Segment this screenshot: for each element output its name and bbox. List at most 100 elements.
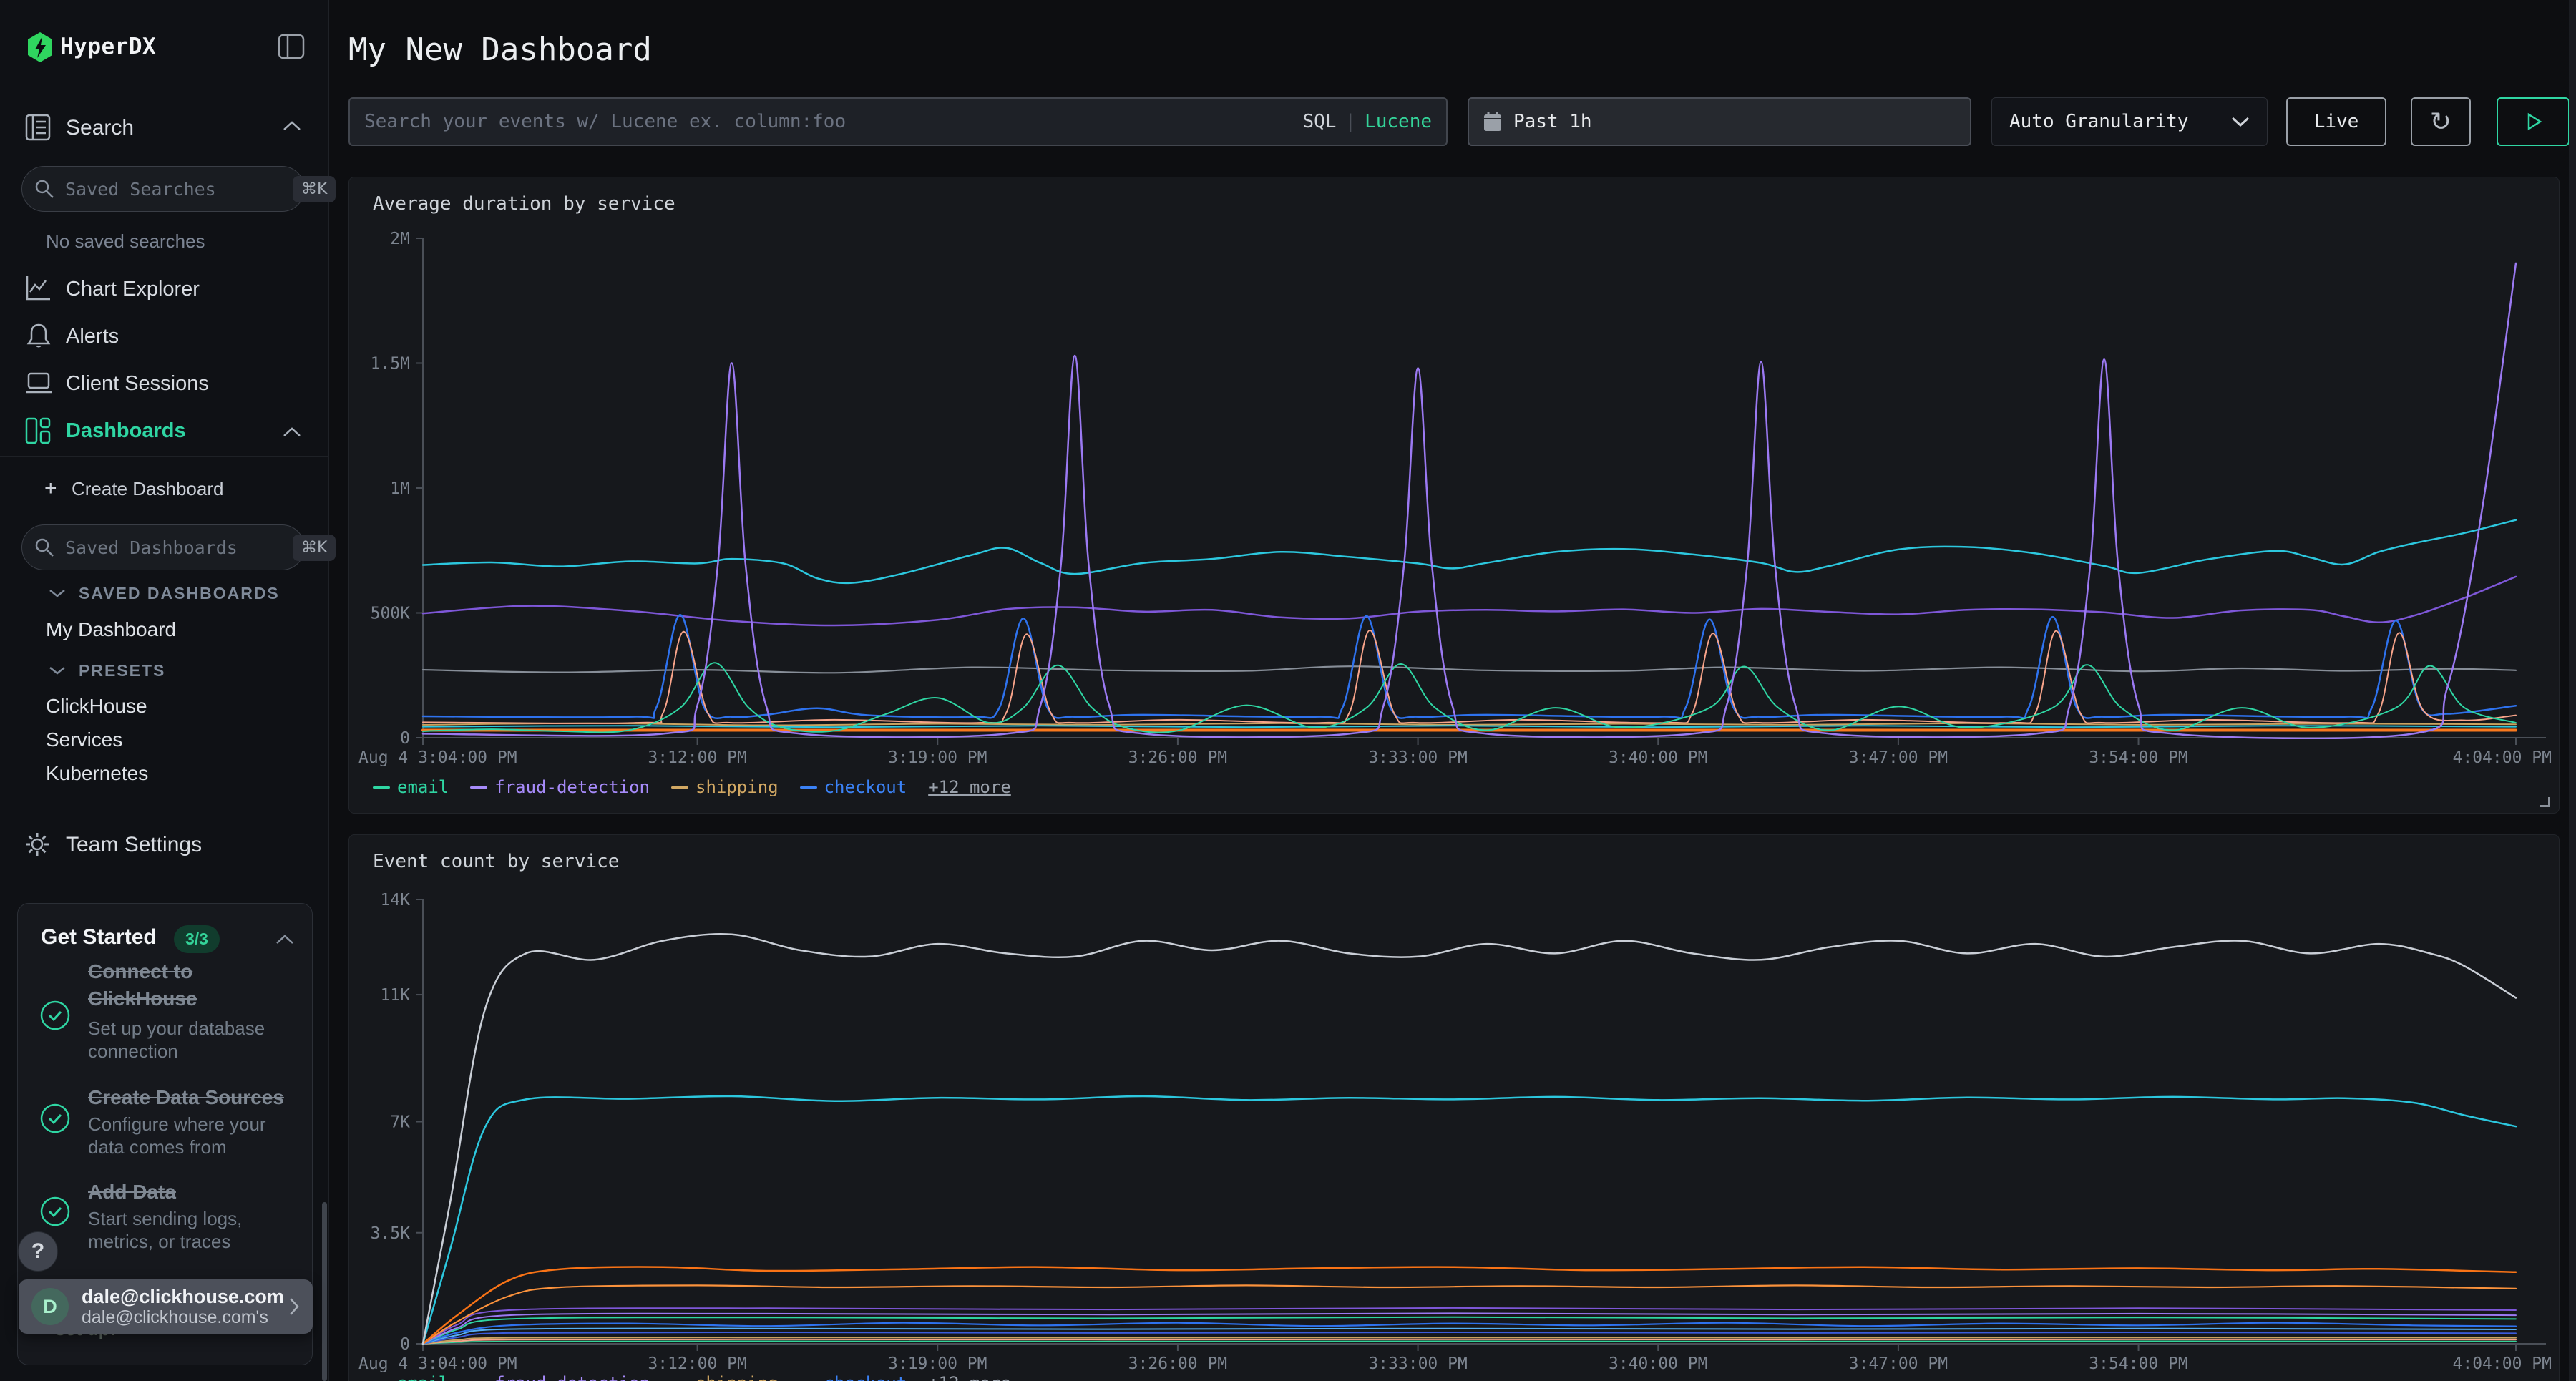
svg-text:3:33:00 PM: 3:33:00 PM: [1368, 748, 1467, 767]
chevron-right-icon: [288, 1297, 300, 1317]
saved-dashboards-input[interactable]: ⌘K: [21, 524, 305, 570]
legend-label[interactable]: email: [397, 1373, 449, 1381]
legend-item[interactable]: email: [373, 1373, 449, 1381]
create-dashboard-button[interactable]: Create Dashboard: [72, 478, 223, 500]
legend-more-link[interactable]: +12 more: [928, 1373, 1011, 1381]
svg-text:0: 0: [400, 1335, 410, 1354]
get-started-item-title[interactable]: Connect to ClickHouse: [88, 958, 274, 1012]
legend-label[interactable]: checkout: [824, 777, 907, 797]
legend-swatch: [373, 786, 390, 789]
app-title: HyperDX: [60, 34, 156, 59]
legend-item[interactable]: checkout: [800, 1373, 907, 1381]
play-button[interactable]: [2497, 97, 2570, 146]
chevron-up-icon[interactable]: [275, 934, 294, 945]
sql-toggle[interactable]: SQL: [1302, 111, 1336, 132]
avatar: D: [31, 1288, 69, 1325]
legend-item[interactable]: email: [373, 777, 449, 797]
sidebar-item-client-sessions[interactable]: Client Sessions: [66, 372, 209, 396]
svg-text:1M: 1M: [390, 479, 410, 498]
time-range-value: Past 1h: [1513, 111, 1592, 132]
chevron-up-icon[interactable]: [283, 120, 301, 132]
sidebar-item-search[interactable]: Search: [66, 116, 134, 140]
sidebar-scrollbar[interactable]: [322, 1202, 327, 1381]
saved-dashboards-header[interactable]: SAVED DASHBOARDS: [79, 584, 280, 603]
sidebar-item-alerts[interactable]: Alerts: [66, 325, 119, 348]
event-search-bar[interactable]: SQL | Lucene: [348, 97, 1448, 146]
gear-icon: [24, 831, 50, 857]
sidebar-item-services[interactable]: Services: [46, 728, 122, 751]
get-started-item-title[interactable]: Create Data Sources: [88, 1084, 303, 1111]
svg-text:500K: 500K: [371, 605, 411, 623]
search-icon: [34, 178, 55, 200]
refresh-button[interactable]: ↻: [2411, 97, 2471, 146]
legend-item[interactable]: shipping: [671, 777, 779, 797]
calendar-icon: [1483, 112, 1502, 132]
legend-more-link[interactable]: +12 more: [928, 777, 1011, 797]
chevron-down-icon: [2231, 116, 2250, 127]
legend-label[interactable]: shipping: [696, 777, 779, 797]
legend-label[interactable]: fraud-detection: [494, 777, 650, 797]
sidebar-item-clickhouse[interactable]: ClickHouse: [46, 695, 147, 718]
get-started-item-title[interactable]: Add Data: [88, 1179, 303, 1206]
legend-item[interactable]: checkout: [800, 777, 907, 797]
chart-legend: email fraud-detection shipping checkout …: [373, 777, 1011, 797]
legend-label[interactable]: checkout: [824, 1373, 907, 1381]
svg-text:0: 0: [400, 729, 410, 748]
sidebar-item-chart-explorer[interactable]: Chart Explorer: [66, 278, 200, 301]
legend-label[interactable]: fraud-detection: [494, 1373, 650, 1381]
granularity-select[interactable]: Auto Granularity: [1991, 97, 2268, 146]
sidebar-item-my-dashboard[interactable]: My Dashboard: [46, 618, 176, 641]
sidebar-item-team-settings[interactable]: Team Settings: [66, 833, 202, 857]
time-range-picker[interactable]: Past 1h: [1468, 97, 1971, 146]
user-org: dale@clickhouse.com's: [82, 1307, 288, 1327]
legend-item[interactable]: fraud-detection: [470, 777, 650, 797]
legend-item[interactable]: fraud-detection: [470, 1373, 650, 1381]
collapse-sidebar-icon[interactable]: [278, 34, 305, 59]
svg-text:3:26:00 PM: 3:26:00 PM: [1128, 1355, 1227, 1373]
saved-dashboards-field[interactable]: [65, 537, 293, 558]
page-scrollbar[interactable]: [2569, 0, 2576, 1381]
chevron-up-icon[interactable]: [283, 426, 301, 438]
sidebar-item-dashboards[interactable]: Dashboards: [66, 419, 186, 443]
saved-searches-field[interactable]: [65, 179, 293, 200]
avg-duration-chart[interactable]: 0500K1M1.5M2MAug 4 3:04:00 PM3:12:00 PM3…: [349, 177, 2560, 776]
chevron-down-icon[interactable]: [49, 588, 66, 598]
lucene-toggle[interactable]: Lucene: [1365, 111, 1432, 132]
svg-text:3:54:00 PM: 3:54:00 PM: [2089, 1355, 2187, 1373]
svg-text:14K: 14K: [380, 891, 410, 909]
svg-text:3:40:00 PM: 3:40:00 PM: [1609, 748, 1707, 767]
granularity-value: Auto Granularity: [2009, 111, 2188, 132]
get-started-item-desc: Set up your database connection: [88, 1017, 288, 1063]
presets-header[interactable]: PRESETS: [79, 661, 165, 680]
svg-text:3:47:00 PM: 3:47:00 PM: [1849, 1355, 1948, 1373]
legend-label[interactable]: shipping: [696, 1373, 779, 1381]
get-started-item-desc: Start sending logs, metrics, or traces: [88, 1207, 288, 1253]
svg-text:3:19:00 PM: 3:19:00 PM: [888, 1355, 987, 1373]
lang-divider: |: [1336, 111, 1365, 132]
check-circle-icon: [39, 1000, 71, 1031]
legend-swatch: [671, 786, 688, 789]
chart-panel-event-count: Event count by service 03.5K7K11K14KAug …: [348, 834, 2560, 1381]
svg-text:3:19:00 PM: 3:19:00 PM: [888, 748, 987, 767]
search-section-icon: [24, 113, 52, 142]
svg-text:Aug 4 3:04:00 PM: Aug 4 3:04:00 PM: [358, 748, 517, 767]
keyboard-shortcut-badge: ⌘K: [293, 176, 336, 202]
svg-text:1.5M: 1.5M: [371, 355, 410, 374]
sidebar-item-kubernetes[interactable]: Kubernetes: [46, 762, 148, 785]
plus-icon: +: [44, 477, 57, 501]
svg-text:3:12:00 PM: 3:12:00 PM: [648, 748, 746, 767]
saved-searches-input[interactable]: ⌘K: [21, 166, 305, 212]
event-search-input[interactable]: [364, 111, 1302, 132]
legend-item[interactable]: shipping: [671, 1373, 779, 1381]
panel-resize-handle[interactable]: [2540, 797, 2550, 807]
live-button[interactable]: Live: [2286, 97, 2386, 146]
help-button[interactable]: ?: [18, 1231, 58, 1272]
client-sessions-laptop-icon: [24, 371, 53, 396]
svg-text:3:12:00 PM: 3:12:00 PM: [648, 1355, 746, 1373]
play-icon: [2521, 109, 2545, 134]
chevron-down-icon[interactable]: [49, 665, 66, 675]
event-count-chart[interactable]: 03.5K7K11K14KAug 4 3:04:00 PM3:12:00 PM3…: [349, 835, 2560, 1381]
svg-text:11K: 11K: [380, 986, 410, 1005]
user-menu[interactable]: D dale@clickhouse.com dale@clickhouse.co…: [19, 1279, 313, 1334]
legend-label[interactable]: email: [397, 777, 449, 797]
